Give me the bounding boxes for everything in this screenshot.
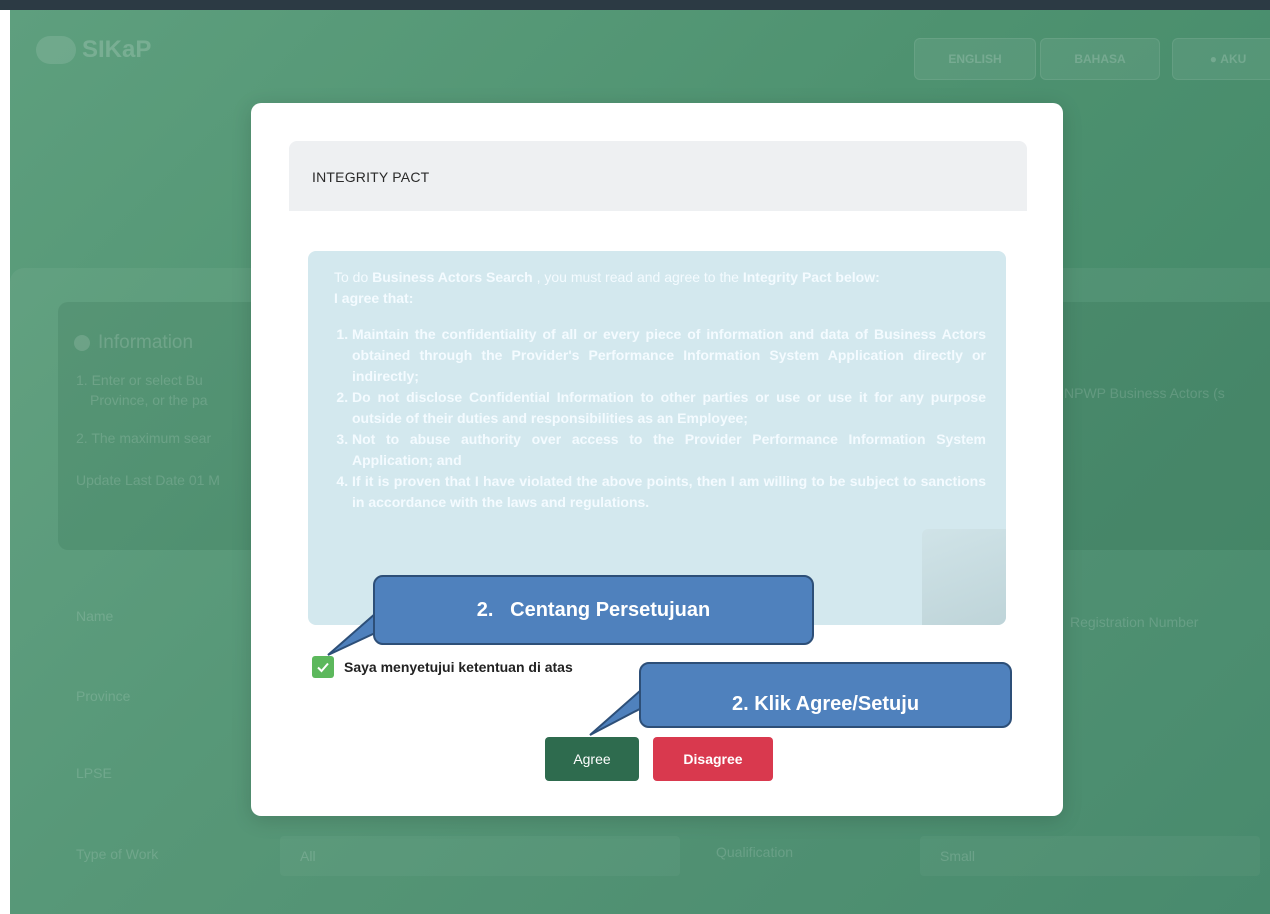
agree-button[interactable]: Agree <box>545 737 639 781</box>
agreement-checkbox[interactable] <box>312 656 334 678</box>
qualification-value: Small <box>940 848 976 864</box>
logo-icon <box>36 36 76 64</box>
registration-label: Registration Number <box>1070 614 1199 630</box>
callout-check-text: 2. Centang Persetujuan <box>476 598 711 621</box>
bahasa-button[interactable]: BAHASA <box>1040 38 1160 80</box>
account-button[interactable]: ● AKU <box>1172 38 1270 80</box>
account-label: AKU <box>1220 52 1247 66</box>
info-icon <box>74 335 90 351</box>
pact-item: Do not disclose Confidential Information… <box>352 387 986 429</box>
intro-text-2: , you must read and agree to the <box>532 269 743 285</box>
brand-logo[interactable]: SIKaP <box>36 36 151 64</box>
pact-item: Not to abuse authority over access to th… <box>352 429 986 471</box>
intro-bold-pact: Integrity Pact below: <box>742 269 880 285</box>
modal-title: INTEGRITY PACT <box>312 169 430 185</box>
info-line-right: NPWP Business Actors (s <box>1064 385 1225 401</box>
intro-text: To do <box>334 269 373 285</box>
user-icon: ● <box>1209 52 1221 66</box>
name-label: Name <box>76 608 114 624</box>
agreement-checkbox-label: Saya menyetujui ketentuan di atas <box>344 659 573 675</box>
pact-items: Maintain the confidentiality of all or e… <box>334 324 986 513</box>
integrity-pact-content: To do Business Actors Search , you must … <box>334 267 986 513</box>
integrity-pact-text-box: To do Business Actors Search , you must … <box>308 251 1006 625</box>
callout-check-agreement: 2. Centang Persetujuan <box>373 575 814 645</box>
qualification-label: Qualification <box>716 844 794 860</box>
intro-bold-search: Business Actors Search <box>372 269 533 285</box>
lpse-label: LPSE <box>76 765 112 781</box>
information-title-text: Information <box>98 332 194 353</box>
info-line: 2. The maximum sear <box>76 430 212 446</box>
disagree-button[interactable]: Disagree <box>653 737 773 781</box>
type-of-work-value: All <box>300 848 316 864</box>
check-icon <box>317 662 329 673</box>
agreement-checkbox-row[interactable]: Saya menyetujui ketentuan di atas <box>312 656 573 678</box>
callout-agree-text: 2. Klik Agree/Setuju <box>731 692 920 715</box>
english-button[interactable]: ENGLISH <box>914 38 1036 80</box>
agree-heading: I agree that: <box>334 290 414 306</box>
callout-click-agree: 2. Klik Agree/Setuju <box>639 662 1012 728</box>
update-date: Update Last Date 01 M <box>76 472 220 488</box>
type-of-work-select[interactable] <box>280 836 680 876</box>
watermark-image <box>922 529 1006 625</box>
top-strip <box>0 0 1270 10</box>
info-line: Province, or the pa <box>90 392 208 408</box>
pact-item: If it is proven that I have violated the… <box>352 471 986 513</box>
brand-name: SIKaP <box>82 36 152 63</box>
pact-item: Maintain the confidentiality of all or e… <box>352 324 986 387</box>
modal-header: INTEGRITY PACT <box>289 141 1027 211</box>
type-of-work-label: Type of Work <box>76 846 159 862</box>
information-title: Information <box>74 332 193 354</box>
info-line: 1. Enter or select Bu <box>76 372 203 388</box>
province-label: Province <box>76 688 131 704</box>
